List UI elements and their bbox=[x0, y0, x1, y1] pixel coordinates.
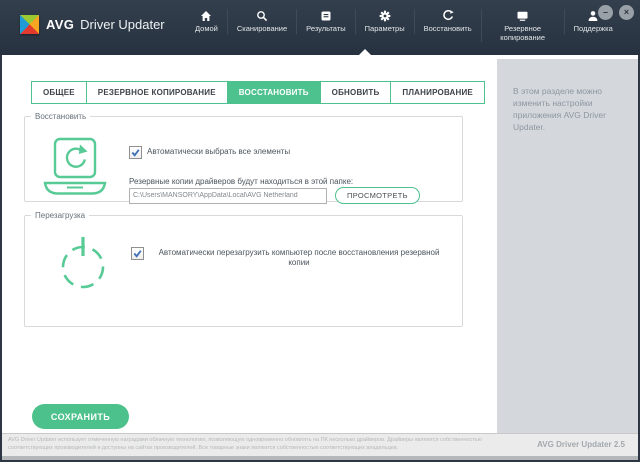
restore-section-legend: Восстановить bbox=[31, 112, 90, 121]
tab-restore[interactable]: ВОССТАНОВИТЬ bbox=[227, 81, 321, 104]
tab-general[interactable]: ОБЩЕЕ bbox=[31, 81, 87, 104]
home-icon bbox=[195, 9, 218, 22]
avg-logo-icon bbox=[20, 15, 39, 34]
brand-avg: AVG bbox=[46, 17, 74, 32]
nav-item-backup[interactable]: Резервное копирование bbox=[481, 9, 564, 42]
title-bar: AVG Driver Updater Домой Сканирование bbox=[0, 0, 640, 55]
help-sidebar-text: В этом разделе можно изменить настройки … bbox=[497, 59, 638, 133]
results-icon bbox=[306, 9, 346, 22]
settings-tabs: ОБЩЕЕ РЕЗЕРВНОЕ КОПИРОВАНИЕ ВОССТАНОВИТЬ… bbox=[31, 81, 485, 104]
restore-icon bbox=[424, 9, 472, 22]
folder-path-label: Резервные копии драйверов будут находить… bbox=[129, 177, 353, 186]
nav-item-home[interactable]: Домой bbox=[186, 9, 227, 34]
backup-icon bbox=[491, 9, 555, 22]
browse-button[interactable]: ПРОСМОТРЕТЬ bbox=[335, 187, 420, 204]
folder-path-row: ПРОСМОТРЕТЬ bbox=[129, 187, 420, 204]
auto-reboot-label: Автоматически перезагрузить компьютер по… bbox=[149, 247, 449, 268]
footer-disclaimer-line1: AVG Driver Updater использует отмеченную… bbox=[8, 437, 528, 445]
window-bottom-strip bbox=[2, 456, 638, 460]
nav-item-restore[interactable]: Восстановить bbox=[414, 9, 481, 34]
select-all-label: Автоматически выбрать все элементы bbox=[147, 146, 290, 157]
save-button[interactable]: СОХРАНИТЬ bbox=[32, 404, 129, 429]
main-nav: Домой Сканирование Результаты bbox=[186, 9, 622, 42]
nav-item-scan[interactable]: Сканирование bbox=[227, 9, 296, 34]
select-all-checkbox[interactable] bbox=[129, 146, 142, 159]
folder-path-input[interactable] bbox=[129, 188, 327, 204]
footer-disclaimer: AVG Driver Updater использует отмеченную… bbox=[8, 437, 528, 452]
restore-section: Восстановить Автоматически выбрать все э… bbox=[24, 112, 463, 202]
auto-reboot-row: Автоматически перезагрузить компьютер по… bbox=[131, 247, 449, 268]
tab-scheduling[interactable]: ПЛАНИРОВАНИЕ bbox=[390, 81, 485, 104]
footer-bar: AVG Driver Updater использует отмеченную… bbox=[2, 433, 638, 456]
app-brand: AVG Driver Updater bbox=[20, 15, 165, 34]
gear-icon bbox=[365, 9, 405, 22]
tab-update[interactable]: ОБНОВИТЬ bbox=[320, 81, 392, 104]
power-icon bbox=[57, 234, 109, 297]
help-sidebar: В этом разделе можно изменить настройки … bbox=[497, 59, 638, 433]
auto-reboot-checkbox[interactable] bbox=[131, 247, 144, 260]
nav-item-results[interactable]: Результаты bbox=[296, 9, 355, 34]
footer-disclaimer-line2: соответствующих производителей и доступн… bbox=[8, 445, 528, 453]
nav-item-settings[interactable]: Параметры bbox=[355, 9, 414, 34]
select-all-row: Автоматически выбрать все элементы bbox=[129, 146, 290, 159]
app-title: Driver Updater bbox=[80, 17, 165, 32]
reboot-section: Перезагрузка Автоматически перезагрузить… bbox=[24, 211, 463, 327]
tab-backup[interactable]: РЕЗЕРВНОЕ КОПИРОВАНИЕ bbox=[86, 81, 228, 104]
main-content: ОБЩЕЕ РЕЗЕРВНОЕ КОПИРОВАНИЕ ВОССТАНОВИТЬ… bbox=[2, 55, 638, 433]
minimize-button[interactable]: – bbox=[598, 5, 613, 20]
close-button[interactable]: × bbox=[619, 5, 634, 20]
laptop-restore-icon bbox=[42, 137, 108, 206]
app-version: AVG Driver Updater 2.5 bbox=[537, 440, 625, 449]
reboot-section-legend: Перезагрузка bbox=[31, 211, 89, 220]
app-window: AVG Driver Updater Домой Сканирование bbox=[0, 0, 640, 462]
window-controls: – × bbox=[592, 5, 634, 20]
search-icon bbox=[237, 9, 287, 22]
